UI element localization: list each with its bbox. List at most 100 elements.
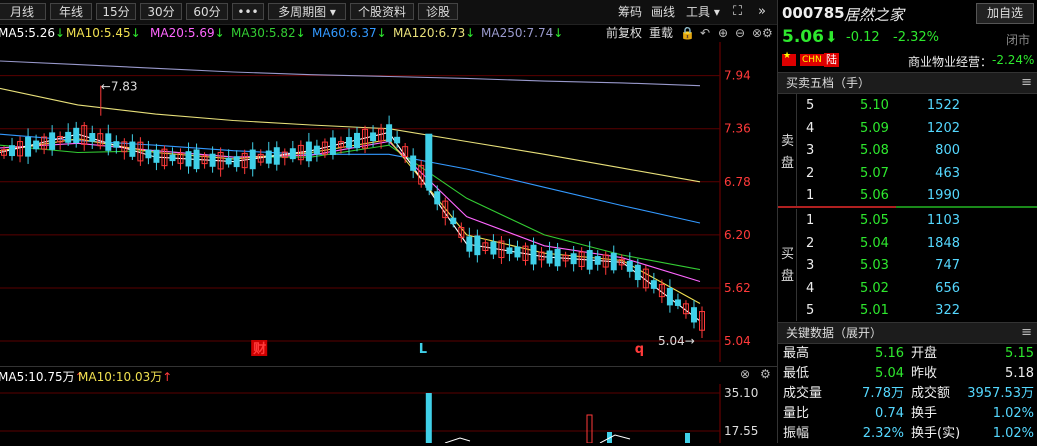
volume-chart[interactable]: 35.10 17.55 <box>0 384 777 444</box>
buy-level: 1 <box>806 213 815 228</box>
ma250-arrow: ↓ <box>553 26 564 40</box>
yearly-button[interactable]: 年线 <box>50 3 92 20</box>
sell-level: 3 <box>806 143 815 158</box>
volume-bar <box>685 433 690 443</box>
overlay-button[interactable]: 重载 <box>649 24 673 42</box>
buy-volume-bar <box>896 206 1037 208</box>
add-favorite-button[interactable]: 加自选 <box>976 3 1034 24</box>
sell-order-row[interactable]: 1 5.06 1990 <box>778 185 1037 207</box>
candle-body <box>209 153 216 167</box>
sector-label[interactable]: 商业物业经营： <box>908 53 992 70</box>
vol-ma10-value: MA10:10.03万 <box>78 370 163 384</box>
settings-gear-icon[interactable]: ⚙ <box>762 24 773 42</box>
tools-dropdown[interactable]: 工具 ▾ <box>686 4 720 20</box>
monthly-button[interactable]: 月线 <box>0 3 46 20</box>
keydata-label: 量比 <box>783 406 810 421</box>
keydata-row: 量比 0.74 换手 1.02% <box>778 404 1037 424</box>
candle-body <box>153 149 160 163</box>
more-periods-button[interactable]: ••• <box>232 3 264 20</box>
sell-price: 5.06 <box>860 188 889 203</box>
candle-body <box>474 235 481 256</box>
flag-star-icon: ★ <box>783 51 792 61</box>
buy-level: 3 <box>806 258 815 273</box>
60min-button[interactable]: 60分 <box>186 3 228 20</box>
buy-level: 5 <box>806 303 815 318</box>
candle-body <box>490 241 497 255</box>
sell-order-row[interactable]: 5 5.10 1522 <box>778 95 1037 117</box>
candle-body <box>394 136 401 144</box>
orderbook-menu-icon[interactable]: ≡ <box>1021 73 1032 93</box>
candle-body <box>129 141 136 157</box>
stock-profile-button[interactable]: 个股资料 <box>350 3 414 20</box>
diagnose-button[interactable]: 诊股 <box>418 3 458 20</box>
keydata-value: 1.02% <box>992 426 1034 441</box>
shenzhen-connect-tag: 陆 <box>824 53 839 67</box>
stock-name: 居然之家 <box>844 6 905 24</box>
lock-icon[interactable]: 🔒 <box>680 24 695 42</box>
undo-icon[interactable]: ↶ <box>700 24 710 42</box>
candle-body <box>650 280 657 289</box>
price-tick-label: 7.36 <box>724 122 751 136</box>
ma10-value: MA10:5.45 <box>66 26 131 40</box>
buy-order-row[interactable]: 1 5.05 1103 <box>778 210 1037 232</box>
close-volume-icon[interactable]: ⊗ <box>740 367 750 381</box>
keydata-label: 振幅 <box>783 426 810 441</box>
candle-body <box>249 149 256 170</box>
candle-body <box>313 145 320 155</box>
buy-order-row[interactable]: 5 5.01 322 <box>778 300 1037 322</box>
keydata-value: 1.02% <box>992 406 1034 421</box>
keydata-menu-icon[interactable]: ≡ <box>1021 323 1032 343</box>
buy-volume: 656 <box>935 280 960 296</box>
keydata-header[interactable]: 关键数据（展开） ≡ <box>778 322 1037 344</box>
keydata-label: 换手 <box>911 406 938 421</box>
sell-order-row[interactable]: 2 5.07 463 <box>778 163 1037 185</box>
adjust-mode-button[interactable]: 前复权 <box>606 24 642 42</box>
30min-button[interactable]: 30分 <box>140 3 182 20</box>
candle-body <box>9 145 16 157</box>
keydata-label: 最高 <box>783 346 810 361</box>
volume-ma5-line <box>599 434 631 444</box>
ma20-value: MA20:5.69 <box>150 26 215 40</box>
close-chart-icon[interactable]: ⊗ <box>752 24 762 42</box>
buy-order-row[interactable]: 3 5.03 747 <box>778 255 1037 277</box>
buy-volume: 1848 <box>926 235 960 251</box>
zoom-out-icon[interactable]: ⊖ <box>735 24 745 42</box>
buy-order-row[interactable]: 2 5.04 1848 <box>778 233 1037 255</box>
vol-ma10-arrow: ↑ <box>162 370 173 384</box>
gap-down-candle <box>425 133 433 188</box>
low-label: 5.04→ <box>658 334 695 348</box>
candle-body <box>450 217 457 225</box>
volume-settings-icon[interactable]: ⚙ <box>760 367 771 381</box>
candle-body <box>73 127 80 144</box>
orderbook-header[interactable]: 买卖五档（手） ≡ <box>778 72 1037 94</box>
price-tick-label: 7.94 <box>724 69 751 83</box>
sell-order-row[interactable]: 4 5.09 1202 <box>778 118 1037 140</box>
multi-period-dropdown[interactable]: 多周期图 ▾ <box>268 3 346 20</box>
sell-level: 1 <box>806 188 815 203</box>
keydata-label: 开盘 <box>911 346 938 361</box>
15min-button[interactable]: 15分 <box>96 3 136 20</box>
draw-line-button[interactable]: 画线 <box>651 4 675 20</box>
buy-order-row[interactable]: 4 5.02 656 <box>778 278 1037 300</box>
zoom-in-icon[interactable]: ⊕ <box>718 24 728 42</box>
candle-body <box>273 147 280 165</box>
ma30-arrow: ↓ <box>295 26 306 40</box>
collapse-right-icon[interactable]: » <box>758 4 766 20</box>
event-marker: 财 <box>253 341 266 357</box>
keydata-value: 5.15 <box>1005 346 1034 361</box>
sell-order-row[interactable]: 3 5.08 800 <box>778 140 1037 162</box>
candle-body <box>145 149 152 159</box>
fullscreen-icon[interactable]: ⛶ <box>733 4 742 20</box>
buy-level: 4 <box>806 280 815 296</box>
sell-price: 5.07 <box>860 165 889 181</box>
sell-volume: 800 <box>935 143 960 158</box>
candle-body <box>169 154 176 162</box>
sell-level: 4 <box>806 120 815 136</box>
candle-body <box>105 133 112 151</box>
ma120-value: MA120:6.73 <box>393 26 466 40</box>
candle-body <box>89 133 96 142</box>
kline-chart[interactable]: 7.94 7.36 6.78 6.20 5.62 5.04 ←7.83 5.04→ 财 Lq <box>0 42 777 362</box>
chips-button[interactable]: 筹码 <box>618 4 642 20</box>
candle-body <box>49 132 56 150</box>
candle-body <box>370 132 377 142</box>
